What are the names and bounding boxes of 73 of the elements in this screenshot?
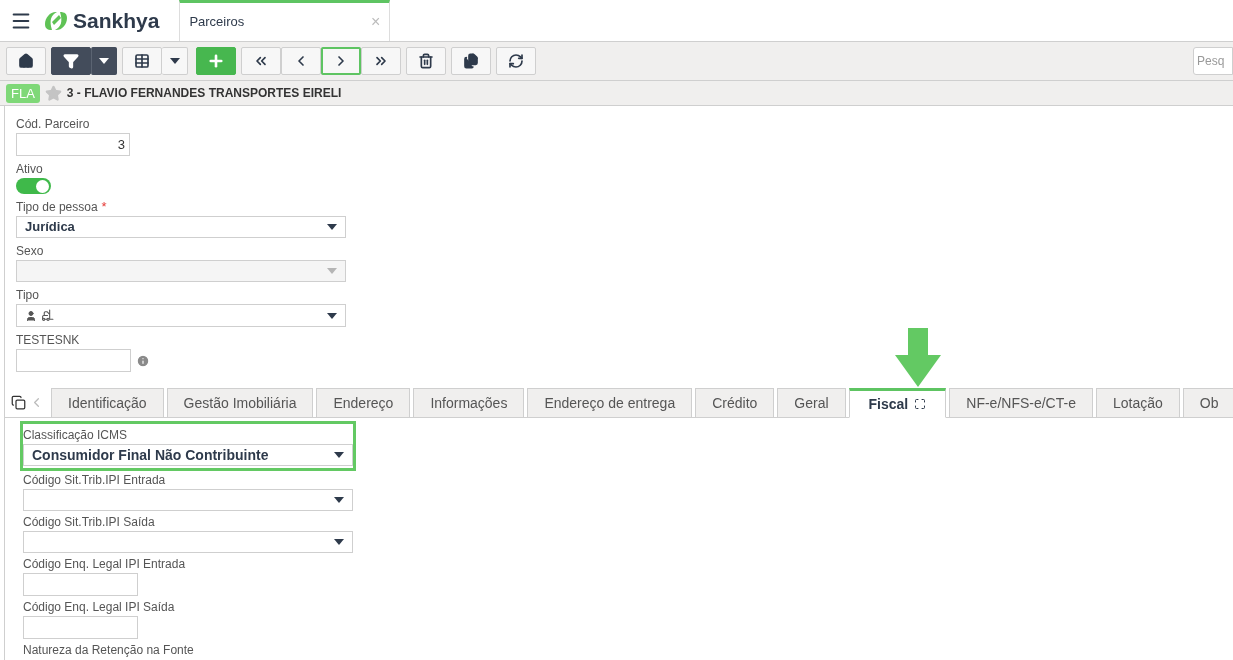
tab[interactable]: Crédito xyxy=(695,388,775,418)
field-label: Código Sit.Trib.IPI Entrada xyxy=(23,472,167,489)
caret-icon xyxy=(169,58,180,64)
tab[interactable]: Identificação xyxy=(51,388,164,418)
search-field[interactable]: Pesq xyxy=(1193,47,1233,75)
tab[interactable]: Geral xyxy=(777,388,846,418)
text-field[interactable] xyxy=(23,616,138,639)
select-field[interactable]: Consumidor Final Não Contribuinte xyxy=(23,444,353,466)
caret-icon xyxy=(327,268,337,274)
record-title: 3 - FLAVIO FERNANDES TRANSPORTES EIRELI xyxy=(66,85,342,102)
add-button[interactable] xyxy=(196,47,236,75)
field-label: Natureza da Retenção na Fonte xyxy=(23,642,195,659)
select-field[interactable] xyxy=(23,531,353,553)
tab[interactable]: Ob xyxy=(1182,388,1233,418)
text-field[interactable] xyxy=(16,349,131,372)
refresh-icon xyxy=(508,53,524,69)
copy-icon[interactable] xyxy=(11,395,26,410)
select-field[interactable]: Jurídica xyxy=(16,216,346,238)
tab[interactable]: Gestão Imobiliária xyxy=(166,388,314,418)
logo-icon xyxy=(42,9,70,32)
plus-icon xyxy=(207,52,225,70)
caret-icon xyxy=(334,452,344,458)
delete-button[interactable] xyxy=(406,47,446,75)
table-icon xyxy=(134,53,150,69)
trash-icon xyxy=(418,53,434,69)
copy-icon xyxy=(463,53,479,69)
arrow-annotation xyxy=(895,328,941,387)
filter-icon xyxy=(63,53,79,69)
tab[interactable]: Endereço de entrega xyxy=(527,388,693,418)
home-button[interactable] xyxy=(6,47,46,75)
app-name: Sankhya xyxy=(73,7,160,34)
field-label: Classificação ICMS xyxy=(23,427,129,444)
caret-icon xyxy=(334,539,344,545)
refresh-button[interactable] xyxy=(496,47,536,75)
field-label: TESTESNK xyxy=(16,331,80,349)
duplicate-button[interactable] xyxy=(451,47,491,75)
text-field[interactable]: 3 xyxy=(16,133,130,156)
person-icon xyxy=(25,309,37,322)
grid-button[interactable] xyxy=(122,47,162,75)
home-icon xyxy=(18,53,34,69)
filter-button[interactable] xyxy=(51,47,91,75)
dropdown-button[interactable] xyxy=(91,47,117,75)
field-label: Tipo de pessoa xyxy=(16,198,98,216)
expand-icon[interactable] xyxy=(914,398,927,410)
field-label: Código Enq. Legal IPI Saída xyxy=(23,599,176,616)
tab[interactable]: NF-e/NFS-e/CT-e xyxy=(949,388,1093,418)
select-field[interactable] xyxy=(23,489,353,511)
forklift-icon xyxy=(41,309,54,322)
required-marker: * xyxy=(101,200,107,213)
caret-icon xyxy=(327,312,337,319)
caret-icon xyxy=(327,224,337,230)
first-record-button[interactable] xyxy=(241,47,281,75)
previous-record-button[interactable] xyxy=(281,47,321,75)
field-label: Sexo xyxy=(16,242,44,260)
star-icon[interactable] xyxy=(44,84,62,102)
tab[interactable]: Informações xyxy=(413,388,525,418)
tab[interactable]: Lotação xyxy=(1095,388,1180,418)
record-badge: FLA xyxy=(6,83,40,103)
field-label: Código Enq. Legal IPI Entrada xyxy=(23,556,187,573)
caret-icon xyxy=(334,497,344,503)
last-record-button[interactable] xyxy=(361,47,401,75)
field-label: Ativo xyxy=(16,160,43,178)
field-label: Código Sit.Trib.IPI Saída xyxy=(23,514,156,531)
toggle-switch[interactable] xyxy=(16,178,51,194)
tab[interactable]: Endereço xyxy=(316,388,411,418)
caret-icon xyxy=(99,58,109,64)
text-field[interactable] xyxy=(23,573,138,596)
select-field[interactable] xyxy=(16,304,346,327)
next-record-button[interactable] xyxy=(321,47,361,75)
field-label: Tipo xyxy=(16,286,39,304)
field-label: Cód. Parceiro xyxy=(16,115,90,133)
tab[interactable]: Fiscal xyxy=(848,388,947,418)
info-icon xyxy=(136,353,150,368)
